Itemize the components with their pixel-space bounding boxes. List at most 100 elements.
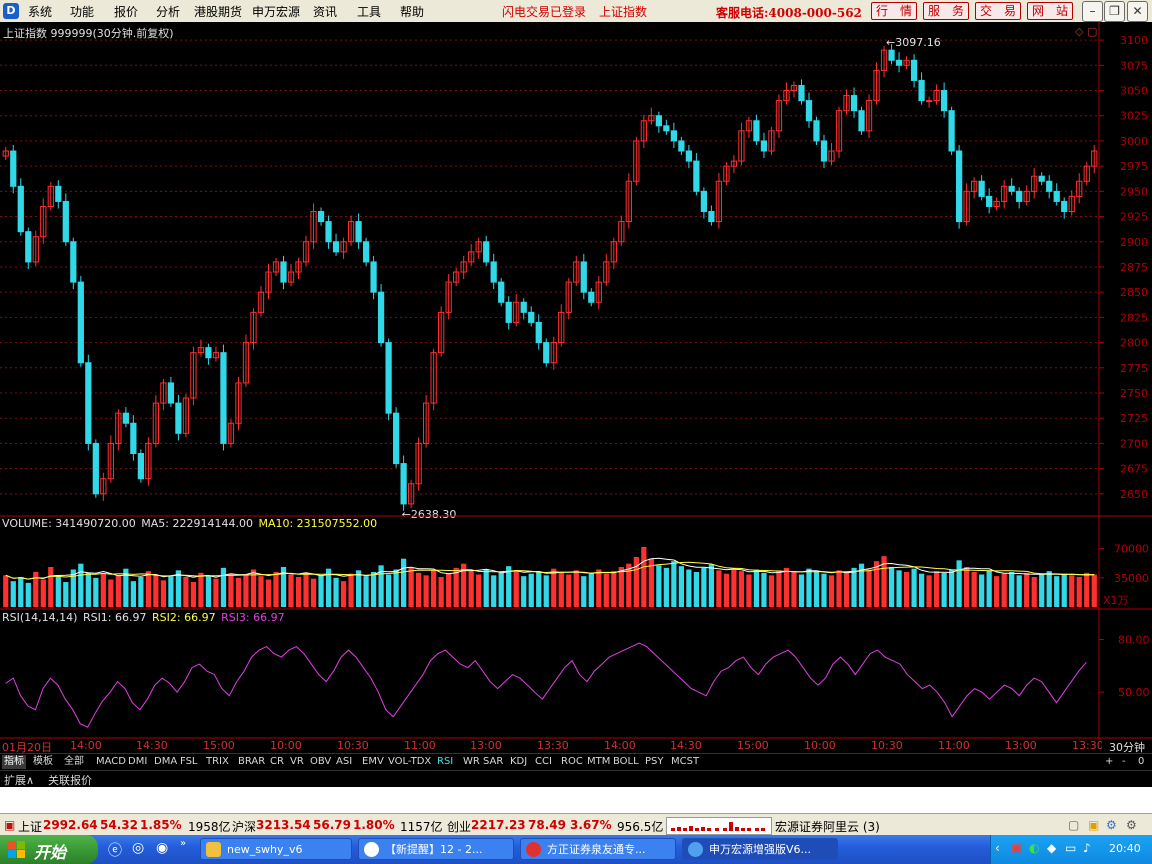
tab-mcst[interactable]: MCST xyxy=(671,755,699,769)
server-name[interactable]: 宏源证券阿里云 (3) xyxy=(775,818,880,835)
taskbar-item-folder[interactable]: new_swhy_v6 xyxy=(200,838,352,860)
tray-display-icon[interactable]: ▭ xyxy=(1065,841,1076,855)
candle-body xyxy=(1008,185,1015,192)
service-button[interactable]: 服 务 xyxy=(923,2,969,20)
volume-bar xyxy=(153,574,159,607)
tab-macd[interactable]: MACD xyxy=(96,755,126,769)
volume-bar xyxy=(618,567,624,607)
tab-roc[interactable]: ROC xyxy=(561,755,583,769)
tray-app-icon[interactable]: ▣ xyxy=(1011,841,1022,855)
volume-bar xyxy=(446,573,452,607)
tab-extend[interactable]: 扩展∧ xyxy=(4,772,34,788)
tab-rsi[interactable]: RSI xyxy=(437,755,453,769)
tab-all[interactable]: 全部 xyxy=(64,755,84,769)
volume-bar xyxy=(851,567,857,607)
menu-hk-futures[interactable]: 港股期货 xyxy=(194,3,242,20)
menu-system[interactable]: 系统 xyxy=(28,3,52,20)
y-tick-label: 3000 xyxy=(1120,135,1148,148)
tab-asi[interactable]: ASI xyxy=(336,755,352,769)
tab-wr[interactable]: WR xyxy=(463,755,480,769)
volume-bar xyxy=(941,572,947,607)
candle-body xyxy=(1038,175,1045,182)
chart-area[interactable]: ←3097.16 ←2638.30 3100 3075 3050 3025 3000 297… xyxy=(0,22,1152,739)
volume-bar xyxy=(235,577,242,607)
tab-mtm[interactable]: MTM xyxy=(587,755,610,769)
hotline-label: 客服电话:4008-000-562 xyxy=(716,6,862,20)
candle-body xyxy=(858,110,865,132)
volume-bar xyxy=(160,580,167,607)
candle-body xyxy=(918,79,925,102)
volume-bar xyxy=(408,567,414,607)
tab-vol-tdx[interactable]: VOL-TDX xyxy=(388,755,431,769)
taskbar-item-reminder[interactable]: 【新提醒】12 - 2... xyxy=(358,838,514,860)
add-indicator-button[interactable]: + xyxy=(1105,755,1113,769)
tab-dma[interactable]: DMA xyxy=(154,755,177,769)
browser-icon[interactable]: ◉ xyxy=(156,840,168,856)
tab-cci[interactable]: CCI xyxy=(535,755,552,769)
status-bar: ▣ 上证 2992.64 54.32 1.85% 1958亿 沪深 3213.5… xyxy=(0,813,1152,836)
tray-arrow-icon[interactable]: ‹ xyxy=(995,841,1000,855)
chrome-icon[interactable]: ◎ xyxy=(132,840,144,856)
chart-options-icon[interactable]: ◇ ▢ xyxy=(1075,25,1097,38)
trade-button[interactable]: 交 易 xyxy=(975,2,1021,20)
chart-canvas[interactable]: ←3097.16 ←2638.30 3100 3075 3050 3025 3000 297… xyxy=(0,22,1152,739)
candle-body xyxy=(62,200,69,243)
volume-bar xyxy=(393,569,399,607)
menu-function[interactable]: 功能 xyxy=(70,3,94,20)
menu-tools[interactable]: 工具 xyxy=(357,3,381,20)
remove-indicator-button[interactable]: - xyxy=(1122,755,1126,769)
volume-bar xyxy=(1046,571,1052,607)
volume-bar xyxy=(791,572,797,607)
tab-cr[interactable]: CR xyxy=(270,755,284,769)
menu-swhy[interactable]: 申万宏源 xyxy=(252,3,300,20)
screen-icon[interactable]: ▢ xyxy=(1068,818,1079,832)
start-label: 开始 xyxy=(34,843,67,862)
ie-icon[interactable]: ⓔ xyxy=(108,840,122,860)
tab-dmi[interactable]: DMI xyxy=(128,755,147,769)
tab-indicator[interactable]: 指标 xyxy=(2,755,26,769)
restore-icon[interactable]: ❐ xyxy=(1104,1,1125,22)
settings-icon[interactable]: ⚙ xyxy=(1126,818,1137,832)
menu-analysis[interactable]: 分析 xyxy=(156,3,180,20)
lock-icon[interactable]: ▣ xyxy=(1088,818,1099,832)
quote-button[interactable]: 行 情 xyxy=(871,2,917,20)
reset-indicator-button[interactable]: 0 xyxy=(1138,755,1144,769)
tab-sar[interactable]: SAR xyxy=(483,755,503,769)
period-selector[interactable]: 30分钟 xyxy=(1102,739,1152,754)
tab-psy[interactable]: PSY xyxy=(645,755,664,769)
tab-vr[interactable]: VR xyxy=(290,755,304,769)
tab-fsl[interactable]: FSL xyxy=(180,755,198,769)
taskbar-item-swhy[interactable]: 申万宏源增强版V6... xyxy=(682,838,838,860)
y-tick-label: 2750 xyxy=(1120,387,1148,400)
minimize-icon[interactable]: – xyxy=(1082,1,1103,22)
menu-quote[interactable]: 报价 xyxy=(114,3,138,20)
volume-bar xyxy=(1031,577,1037,607)
tab-kdj[interactable]: KDJ xyxy=(510,755,527,769)
tab-boll[interactable]: BOLL xyxy=(613,755,639,769)
volume-bar xyxy=(468,571,474,607)
task-label: 【新提醒】12 - 2... xyxy=(385,843,483,856)
tray-network-icon[interactable]: ◐ xyxy=(1029,841,1039,855)
taskbar-item-founder[interactable]: 方正证券泉友通专... xyxy=(520,838,676,860)
website-button[interactable]: 网 站 xyxy=(1027,2,1073,20)
menu-news[interactable]: 资讯 xyxy=(313,3,337,20)
tab-brar[interactable]: BRAR xyxy=(238,755,265,769)
quicklaunch-more-icon[interactable]: » xyxy=(180,838,186,849)
candle-body xyxy=(280,261,287,283)
candle-body xyxy=(895,59,903,66)
tab-trix[interactable]: TRIX xyxy=(206,755,229,769)
tab-emv[interactable]: EMV xyxy=(362,755,384,769)
tray-volume-icon[interactable]: ♪ xyxy=(1083,841,1091,855)
close-icon[interactable]: ✕ xyxy=(1127,1,1148,22)
candle-body xyxy=(655,115,662,127)
volume-bar xyxy=(948,569,955,607)
volume-bar xyxy=(340,581,347,607)
start-button[interactable]: 开始 xyxy=(0,835,98,864)
menu-help[interactable]: 帮助 xyxy=(400,3,424,20)
tab-related-quote[interactable]: 关联报价 xyxy=(48,772,92,788)
tab-obv[interactable]: OBV xyxy=(310,755,331,769)
tab-template[interactable]: 模板 xyxy=(33,755,53,769)
volume-bar xyxy=(738,571,745,607)
signal-icon[interactable]: ⚙ xyxy=(1106,818,1117,832)
tray-shield-icon[interactable]: ◆ xyxy=(1047,841,1056,855)
